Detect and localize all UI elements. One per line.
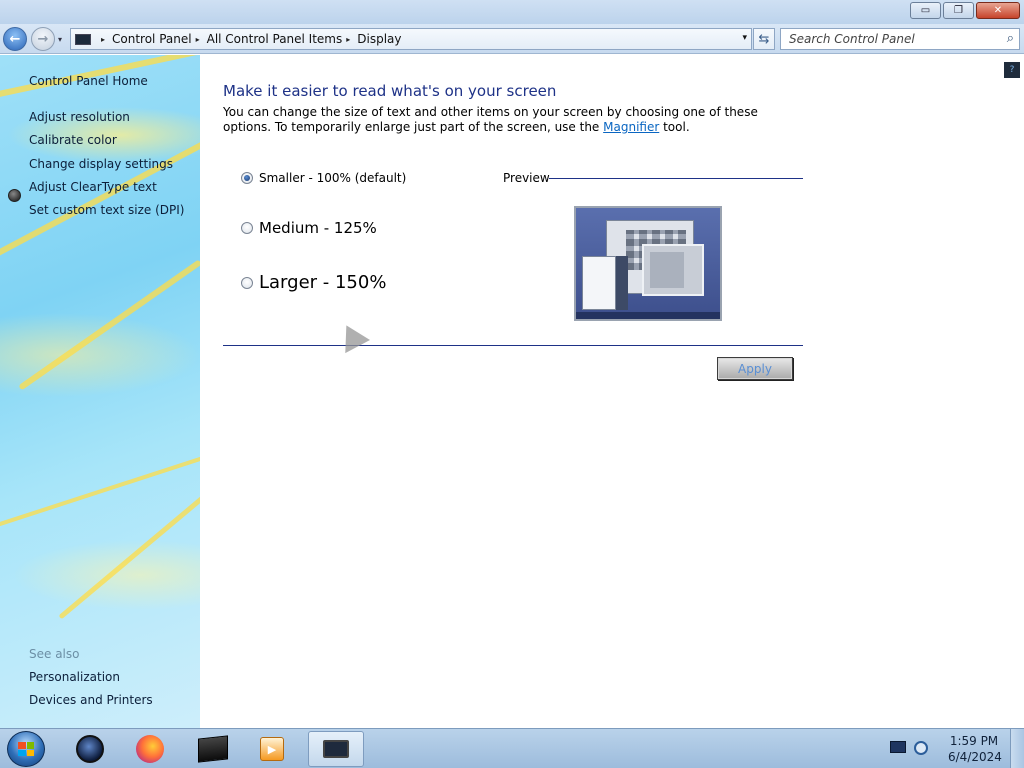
- preview-taskbar: [576, 312, 720, 319]
- breadcrumb-all-items[interactable]: All Control Panel Items: [207, 32, 343, 46]
- mouse-cursor: [334, 318, 370, 354]
- breadcrumb-separator-icon[interactable]: ▸: [101, 35, 105, 44]
- address-bar[interactable]: ▸ Control Panel ▸ All Control Panel Item…: [70, 28, 752, 50]
- minimize-icon: ▭: [920, 5, 931, 16]
- breadcrumb-display[interactable]: Display: [357, 32, 401, 46]
- back-button[interactable]: ←: [3, 27, 27, 51]
- sidebar-item-adjust-resolution[interactable]: Adjust resolution: [29, 110, 130, 124]
- apply-button[interactable]: Apply: [717, 357, 793, 380]
- sidebar-item-custom-text-size[interactable]: Set custom text size (DPI): [29, 203, 184, 217]
- help-button[interactable]: ?: [1004, 62, 1020, 78]
- breadcrumb-control-panel[interactable]: Control Panel: [112, 32, 192, 46]
- sidebar-item-devices-printers[interactable]: Devices and Printers: [29, 693, 153, 707]
- option-smaller[interactable]: Smaller - 100% (default): [241, 171, 406, 185]
- recent-pages-dropdown[interactable]: ▾: [58, 35, 62, 44]
- search-icon[interactable]: ⌕: [1007, 31, 1014, 46]
- radio-larger[interactable]: [241, 276, 253, 289]
- clock[interactable]: 1:59 PM 6/4/2024: [948, 733, 1002, 765]
- preview-start-menu-right: [616, 256, 628, 310]
- preview-image: [574, 206, 722, 321]
- play-icon: ▶: [267, 742, 277, 756]
- network-icon[interactable]: [914, 741, 928, 755]
- breadcrumb-separator-icon[interactable]: ▸: [196, 35, 200, 44]
- firefox-icon: [136, 735, 164, 763]
- refresh-button[interactable]: ⇆: [753, 28, 775, 50]
- help-icon: ?: [1009, 65, 1015, 75]
- forward-button[interactable]: →: [31, 27, 55, 51]
- media-app-icon: [76, 735, 104, 763]
- forward-arrow-icon: →: [37, 31, 49, 47]
- address-dropdown-icon[interactable]: ▾: [742, 33, 747, 43]
- left-navigation-pane: Control Panel Home Adjust resolution Cal…: [0, 55, 200, 728]
- maximize-button[interactable]: ❐: [943, 2, 974, 19]
- sidebar-item-adjust-cleartype[interactable]: Adjust ClearType text: [29, 180, 157, 194]
- title-bar: ▭ ❐ ✕: [0, 0, 1024, 24]
- option-larger-label: Larger - 150%: [259, 272, 387, 293]
- taskbar-firefox[interactable]: [122, 731, 178, 767]
- preview-front-window: [642, 244, 704, 296]
- see-also-heading: See also: [29, 647, 80, 661]
- windows-logo-icon: [18, 742, 34, 756]
- sidebar-item-calibrate-color[interactable]: Calibrate color: [29, 133, 117, 147]
- window-controls: ▭ ❐ ✕: [910, 2, 1020, 19]
- refresh-icon: ⇆: [758, 31, 770, 47]
- start-button[interactable]: [7, 731, 45, 767]
- sidebar-item-personalization[interactable]: Personalization: [29, 670, 120, 684]
- preview-label: Preview: [503, 171, 550, 185]
- clock-time: 1:59 PM: [949, 734, 999, 748]
- radio-medium[interactable]: [241, 222, 253, 234]
- close-icon: ✕: [993, 5, 1003, 16]
- sidebar-item-change-display-settings[interactable]: Change display settings: [29, 157, 173, 171]
- main-content: ? Make it easier to read what's on your …: [200, 55, 1024, 728]
- terminal-icon: [198, 735, 228, 763]
- description-text-end: tool.: [659, 120, 690, 134]
- radio-smaller[interactable]: [241, 172, 253, 184]
- taskbar: ▶ 1:59 PM 6/4/2024: [0, 728, 1024, 768]
- restore-icon: ❐: [954, 5, 963, 16]
- option-larger[interactable]: Larger - 150%: [241, 272, 386, 293]
- taskbar-terminal[interactable]: [185, 731, 241, 767]
- action-center-icon[interactable]: [890, 741, 906, 753]
- preview-start-menu: [582, 256, 616, 310]
- vlc-icon: ▶: [260, 737, 284, 761]
- control-panel-icon: [75, 33, 91, 45]
- preview-divider: [549, 178, 803, 179]
- display-icon: [323, 740, 349, 758]
- calibrate-color-icon: [8, 189, 21, 202]
- breadcrumb-separator-icon[interactable]: ▸: [346, 35, 350, 44]
- navigation-bar: ← → ▾ ▸ Control Panel ▸ All Control Pane…: [0, 24, 1024, 54]
- option-smaller-label: Smaller - 100% (default): [259, 171, 407, 185]
- magnifier-link[interactable]: Magnifier: [603, 120, 659, 134]
- clock-date: 6/4/2024: [948, 750, 1002, 764]
- taskbar-display-window[interactable]: [308, 731, 364, 767]
- show-desktop-button[interactable]: [1010, 729, 1024, 768]
- search-input[interactable]: Search Control Panel ⌕: [780, 28, 1020, 50]
- control-panel-home-link[interactable]: Control Panel Home: [29, 74, 148, 88]
- taskbar-vlc[interactable]: ▶: [244, 731, 300, 767]
- option-medium-label: Medium - 125%: [259, 219, 377, 237]
- minimize-button[interactable]: ▭: [910, 2, 941, 19]
- back-arrow-icon: ←: [9, 31, 21, 47]
- option-medium[interactable]: Medium - 125%: [241, 219, 377, 237]
- apply-label: Apply: [738, 361, 772, 376]
- close-button[interactable]: ✕: [976, 2, 1020, 19]
- search-placeholder: Search Control Panel: [789, 32, 915, 46]
- system-tray: [890, 741, 928, 755]
- taskbar-media-app[interactable]: [62, 731, 118, 767]
- page-description: You can change the size of text and othe…: [223, 105, 783, 135]
- content-divider: [223, 345, 803, 346]
- page-title: Make it easier to read what's on your sc…: [223, 82, 557, 100]
